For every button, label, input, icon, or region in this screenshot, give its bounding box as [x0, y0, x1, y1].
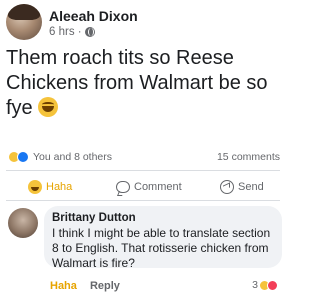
author-name[interactable]: Aleeah Dixon	[49, 8, 138, 24]
comment-button[interactable]: Comment	[116, 178, 182, 196]
divider	[6, 170, 280, 171]
send-button-label: Send	[238, 181, 264, 193]
action-bar: Haha Comment Send	[6, 176, 280, 198]
globe-icon	[84, 27, 95, 37]
like-icon	[17, 151, 29, 163]
comment-bubble: Brittany Dutton I think I might be able …	[44, 206, 282, 270]
love-icon	[267, 279, 278, 291]
comment-icon	[116, 181, 130, 193]
messenger-send-icon	[220, 180, 234, 194]
haha-reaction-icon	[28, 180, 42, 194]
commenter-name[interactable]: Brittany Dutton	[52, 211, 274, 225]
commenter-avatar[interactable]	[8, 208, 38, 238]
comment-actions: Haha Reply	[50, 280, 120, 292]
reaction-icons[interactable]	[8, 151, 32, 163]
comment-text: I think I might be able to translate sec…	[52, 226, 271, 270]
post-time[interactable]: 6 hrs ·	[49, 26, 82, 38]
divider	[6, 200, 280, 201]
reactions-summary: You and 8 others 15 comments	[8, 150, 280, 166]
comment-button-label: Comment	[134, 181, 182, 193]
comment-haha-button[interactable]: Haha	[50, 280, 77, 292]
haha-button[interactable]: Haha	[28, 178, 72, 196]
post-header: Aleeah Dixon 6 hrs ·	[6, 4, 284, 42]
comment-reactions[interactable]: 3	[252, 279, 278, 291]
laughing-emoji-icon	[38, 97, 59, 117]
author-avatar[interactable]	[6, 4, 42, 40]
post-text: Them roach tits so Reese Chickens from W…	[6, 46, 282, 121]
send-button[interactable]: Send	[220, 178, 264, 196]
comment-reaction-count: 3	[252, 279, 258, 291]
comment: Brittany Dutton I think I might be able …	[6, 206, 284, 296]
comment-reply-button[interactable]: Reply	[90, 280, 120, 292]
comments-count[interactable]: 15 comments	[217, 151, 280, 163]
post-meta: 6 hrs ·	[49, 26, 95, 38]
haha-button-label: Haha	[46, 181, 73, 193]
reactors-text[interactable]: You and 8 others	[33, 151, 112, 163]
